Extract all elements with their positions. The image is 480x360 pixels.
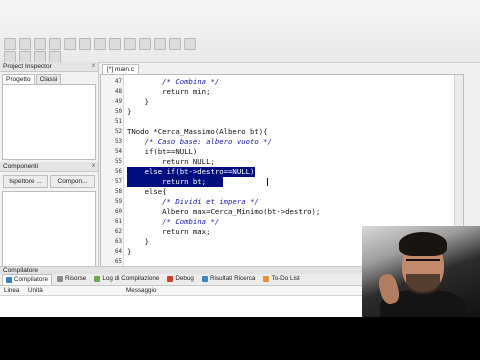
components-list[interactable] [2, 191, 96, 271]
code-line[interactable]: 49 } [101, 97, 463, 107]
left-panel: Project Inspector x Progetto Classi Comp… [0, 62, 99, 271]
code-text: TNodo *Cerca_Massimo(Albero bt){ [127, 127, 268, 136]
tab-label: Log di Compilazione [102, 275, 160, 282]
compile-icon[interactable] [154, 38, 166, 50]
code-text: /* Caso base: albero vuoto */ [127, 137, 272, 146]
code-line[interactable]: 50} [101, 107, 463, 117]
text-cursor-icon [267, 178, 268, 186]
line-number: 51 [115, 119, 122, 125]
project-inspector-header: Project Inspector x [0, 62, 98, 72]
close-file-icon[interactable] [64, 38, 76, 50]
project-inspector-tabs: Progetto Classi [0, 72, 98, 84]
presenter-eyes [406, 259, 440, 267]
code-line[interactable]: 51 [101, 117, 463, 127]
tab-risultati-ricerca[interactable]: Risultati Ricerca [199, 274, 259, 284]
save-icon[interactable] [34, 38, 46, 50]
tab-label: Compilatore [14, 276, 48, 283]
ide-window: Project Inspector x Progetto Classi Comp… [0, 0, 480, 317]
find-icon[interactable] [124, 38, 136, 50]
toolbar [0, 0, 480, 63]
code-text: Albero max=Cerca_Minimo(bt->destro); [127, 207, 321, 216]
redo-icon[interactable] [109, 38, 121, 50]
search-results-icon [201, 276, 208, 282]
code-line[interactable]: 53 /* Caso base: albero vuoto */ [101, 137, 463, 147]
tab-progetto[interactable]: Progetto [2, 74, 35, 84]
code-line[interactable]: 56 else if(bt->destro==NULL) [101, 167, 463, 177]
code-text: } [127, 247, 132, 256]
code-text: /* Combina */ [127, 77, 220, 86]
components-buttons: Ispettore ... Compon... [0, 172, 98, 191]
file-tab-main-c[interactable]: [*] main.c [102, 64, 140, 74]
log-icon [94, 276, 101, 282]
code-line[interactable]: 58 else{ [101, 187, 463, 197]
components-panel: Componenti x Ispettore ... Compon... [0, 162, 98, 271]
code-line[interactable]: 59 /* Dividi et impera */ [101, 197, 463, 207]
project-tree[interactable] [2, 84, 96, 160]
presenter-beard [406, 274, 440, 294]
code-line[interactable]: 52 TNodo *Cerca_Massimo(Albero bt){ [101, 127, 463, 137]
code-text: /* Dividi et impera */ [127, 197, 259, 206]
code-line[interactable]: 60 Albero max=Cerca_Minimo(bt->destro); [101, 207, 463, 217]
tab-to-do-list[interactable]: To-Do List [260, 274, 302, 284]
compile-run-icon[interactable] [184, 38, 196, 50]
tab-classi[interactable]: Classi [35, 74, 62, 84]
compiler-icon [6, 277, 12, 283]
code-text: /* Combina */ [127, 217, 220, 226]
debug-icon [167, 276, 174, 282]
todo-icon [263, 276, 270, 282]
undo-icon[interactable] [94, 38, 106, 50]
code-line[interactable]: 48 return min; [101, 87, 463, 97]
components-header: Componenti x [0, 162, 98, 172]
code-text: } [127, 97, 149, 106]
code-text: return NULL; [127, 157, 215, 166]
inspector-button[interactable]: Ispettore ... [3, 175, 48, 188]
code-text: if(bt==NULL) [127, 147, 198, 156]
tab-label: Risultati Ricerca [209, 275, 256, 282]
print-icon[interactable] [79, 38, 91, 50]
components-button[interactable]: Compon... [50, 175, 95, 188]
code-line[interactable]: 57 return bt; [101, 177, 463, 187]
project-inspector-title: Project Inspector [3, 63, 52, 70]
components-title: Componenti [3, 163, 39, 170]
close-icon[interactable]: x [92, 62, 95, 71]
tab-debug[interactable]: Debug [164, 274, 197, 284]
save-all-icon[interactable] [49, 38, 61, 50]
tab-label: Risorse [64, 275, 87, 282]
letterbox-bar [0, 317, 480, 360]
resources-icon [56, 276, 63, 282]
tab-label: To-Do List [271, 275, 300, 282]
column-header-message[interactable]: Messaggio [126, 286, 156, 295]
open-file-icon[interactable] [19, 38, 31, 50]
tab-label: Debug [175, 275, 194, 282]
code-line[interactable]: 47 /* Combina */ [101, 77, 463, 87]
column-header-line[interactable]: Linea [4, 286, 19, 295]
code-text: } [127, 107, 132, 116]
code-text: return max; [127, 227, 211, 236]
column-header-unit[interactable]: Unità [28, 286, 43, 295]
code-text: else{ [127, 187, 167, 196]
close-icon[interactable]: x [92, 162, 95, 171]
toolbar-row-1 [4, 38, 196, 50]
tab-log-di-compilazione[interactable]: Log di Compilazione [91, 274, 162, 284]
replace-icon[interactable] [139, 38, 151, 50]
code-text: return bt; [127, 177, 207, 186]
code-text: } [127, 237, 149, 246]
run-icon[interactable] [169, 38, 181, 50]
presenter-hair [399, 232, 447, 256]
code-line[interactable]: 55 return NULL; [101, 157, 463, 167]
code-line[interactable]: 54 if(bt==NULL) [101, 147, 463, 157]
tab-compilatore[interactable]: Compilatore [2, 274, 52, 285]
new-file-icon[interactable] [4, 38, 16, 50]
code-text: else if(bt->destro==NULL) [127, 167, 255, 176]
webcam-overlay [362, 226, 480, 317]
tab-risorse[interactable]: Risorse [54, 274, 89, 284]
code-text: return min; [127, 87, 211, 96]
